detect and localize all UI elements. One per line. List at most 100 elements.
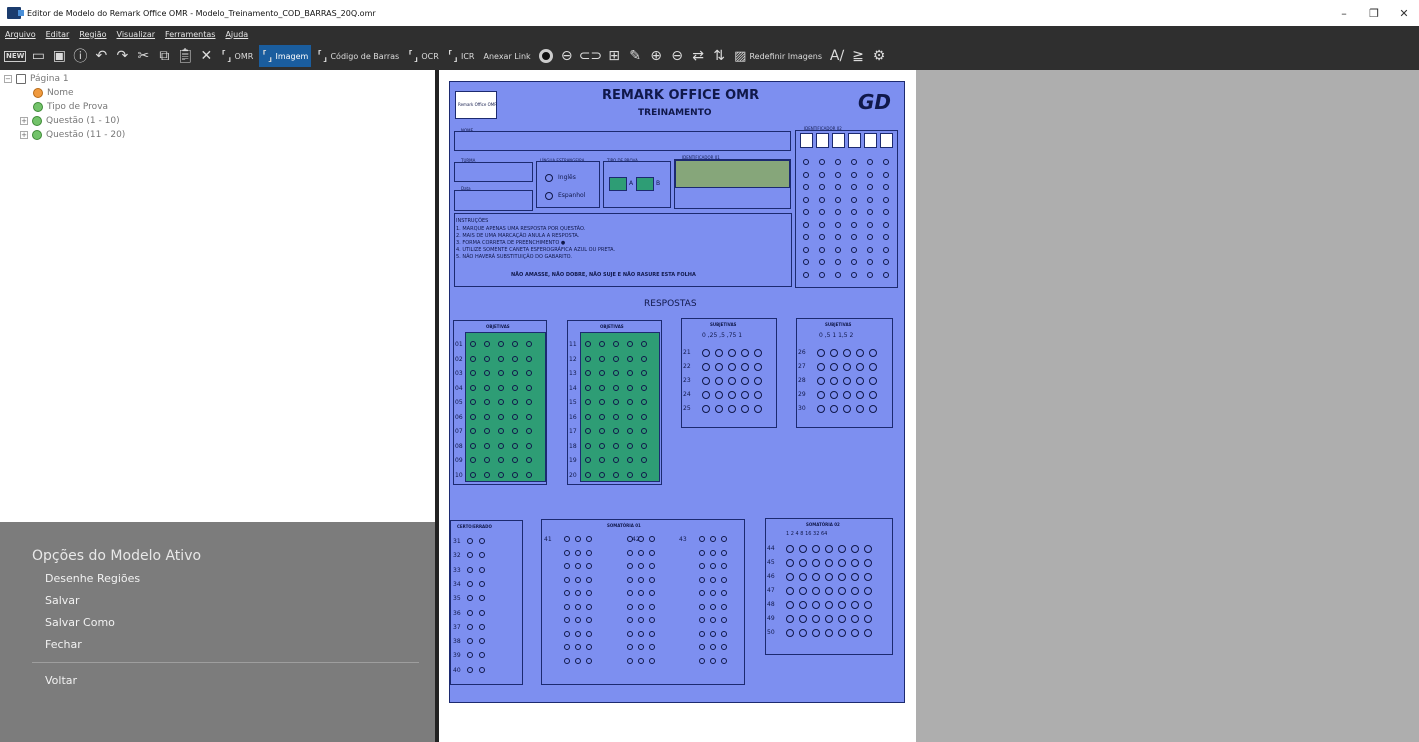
answer-bubble[interactable]: [484, 355, 490, 362]
class-field[interactable]: [454, 162, 533, 182]
answer-bubble[interactable]: [627, 370, 633, 376]
digit-bubble[interactable]: [803, 196, 809, 203]
answer-bubble[interactable]: [786, 615, 794, 623]
answer-bubble[interactable]: [512, 384, 518, 391]
answer-bubble[interactable]: [817, 405, 825, 413]
answer-bubble[interactable]: [467, 666, 473, 673]
digit-bubble[interactable]: [803, 271, 809, 278]
answer-bubble[interactable]: [641, 413, 647, 420]
sum-bubble[interactable]: [710, 630, 716, 637]
menu-editar[interactable]: Editar: [46, 30, 70, 39]
digit-box[interactable]: [816, 133, 829, 148]
answer-bubble[interactable]: [627, 457, 633, 463]
answer-bubble[interactable]: [484, 413, 490, 420]
answer-bubble[interactable]: [856, 391, 864, 399]
answer-bubble[interactable]: [484, 428, 490, 434]
answer-bubble[interactable]: [526, 341, 532, 347]
minimize-button[interactable]: –: [1329, 0, 1359, 26]
answer-bubble[interactable]: [599, 341, 605, 347]
attach-link-button[interactable]: Anexar Link: [481, 45, 534, 67]
answer-bubble[interactable]: [864, 629, 872, 637]
answer-bubble[interactable]: [498, 341, 504, 347]
digit-bubble[interactable]: [867, 221, 873, 228]
sum-bubble[interactable]: [699, 657, 705, 664]
answer-bubble[interactable]: [741, 377, 749, 385]
answer-bubble[interactable]: [585, 457, 591, 463]
answer-bubble[interactable]: [799, 615, 807, 623]
digit-bubble[interactable]: [803, 234, 809, 240]
answer-bubble[interactable]: [864, 601, 872, 609]
answer-bubble[interactable]: [812, 615, 820, 623]
sum-bubble[interactable]: [649, 603, 655, 610]
sum-bubble[interactable]: [627, 576, 633, 583]
digit-bubble[interactable]: [867, 184, 873, 190]
answer-bubble[interactable]: [702, 377, 710, 385]
digit-bubble[interactable]: [803, 184, 809, 190]
answer-bubble[interactable]: [825, 545, 833, 553]
sum-bubble[interactable]: [721, 617, 727, 623]
answer-bubble[interactable]: [467, 552, 473, 559]
answer-bubble[interactable]: [830, 363, 838, 371]
sum-bubble[interactable]: [627, 563, 633, 569]
digit-bubble[interactable]: [867, 209, 873, 215]
paste-icon[interactable]: 📋︎: [176, 45, 194, 67]
answer-bubble[interactable]: [498, 355, 504, 362]
sum-bubble[interactable]: [564, 549, 570, 556]
digit-bubble[interactable]: [867, 171, 873, 178]
answer-bubble[interactable]: [838, 601, 846, 609]
answer-bubble[interactable]: [498, 428, 504, 434]
answer-bubble[interactable]: [479, 609, 485, 616]
sum-bubble[interactable]: [564, 590, 570, 596]
answer-bubble[interactable]: [585, 341, 591, 347]
sum-bubble[interactable]: [649, 563, 655, 569]
answer-bubble[interactable]: [479, 538, 485, 544]
answer-bubble[interactable]: [467, 609, 473, 616]
digit-bubble[interactable]: [835, 246, 841, 253]
digit-bubble[interactable]: [867, 259, 873, 265]
answer-bubble[interactable]: [838, 545, 846, 553]
sum-bubble[interactable]: [699, 590, 705, 596]
answer-bubble[interactable]: [526, 442, 532, 449]
date-field[interactable]: [454, 190, 533, 211]
spellcheck-icon[interactable]: A∕: [828, 45, 846, 67]
expand-icon[interactable]: +: [20, 117, 28, 125]
answer-bubble[interactable]: [479, 566, 485, 573]
digit-bubble[interactable]: [819, 234, 825, 240]
menu-ferramentas[interactable]: Ferramentas: [165, 30, 215, 39]
answer-bubble[interactable]: [613, 355, 619, 362]
digit-bubble[interactable]: [803, 209, 809, 215]
barcode-region-button[interactable]: ⸢⸥ Código de Barras: [314, 45, 402, 67]
answer-bubble[interactable]: [479, 638, 485, 645]
copy-icon[interactable]: ⧉: [155, 45, 173, 67]
answer-bubble[interactable]: [599, 471, 605, 478]
digit-bubble[interactable]: [851, 259, 857, 265]
answer-bubble[interactable]: [830, 391, 838, 399]
answer-bubble[interactable]: [817, 363, 825, 371]
answer-bubble[interactable]: [599, 384, 605, 391]
sum-bubble[interactable]: [575, 536, 581, 542]
answer-bubble[interactable]: [851, 545, 859, 553]
answer-bubble[interactable]: [585, 370, 591, 376]
tree-item-nome[interactable]: Nome: [33, 88, 74, 98]
sum-bubble[interactable]: [627, 603, 633, 610]
sum-bubble[interactable]: [638, 576, 644, 583]
answer-bubble[interactable]: [470, 413, 476, 420]
answer-bubble[interactable]: [864, 573, 872, 581]
answer-bubble[interactable]: [599, 413, 605, 420]
answer-bubble[interactable]: [498, 370, 504, 376]
sum-bubble[interactable]: [649, 549, 655, 556]
answer-bubble[interactable]: [812, 601, 820, 609]
answer-bubble[interactable]: [825, 587, 833, 595]
digit-bubble[interactable]: [851, 246, 857, 253]
answer-bubble[interactable]: [526, 355, 532, 362]
answer-bubble[interactable]: [498, 413, 504, 420]
fill-mark-icon[interactable]: [537, 45, 555, 67]
answer-bubble[interactable]: [812, 587, 820, 595]
digit-bubble[interactable]: [867, 234, 873, 240]
answer-bubble[interactable]: [599, 355, 605, 362]
answer-bubble[interactable]: [599, 399, 605, 405]
sum-bubble[interactable]: [649, 630, 655, 637]
sum-bubble[interactable]: [699, 617, 705, 623]
answer-bubble[interactable]: [512, 341, 518, 347]
digit-bubble[interactable]: [883, 159, 889, 165]
